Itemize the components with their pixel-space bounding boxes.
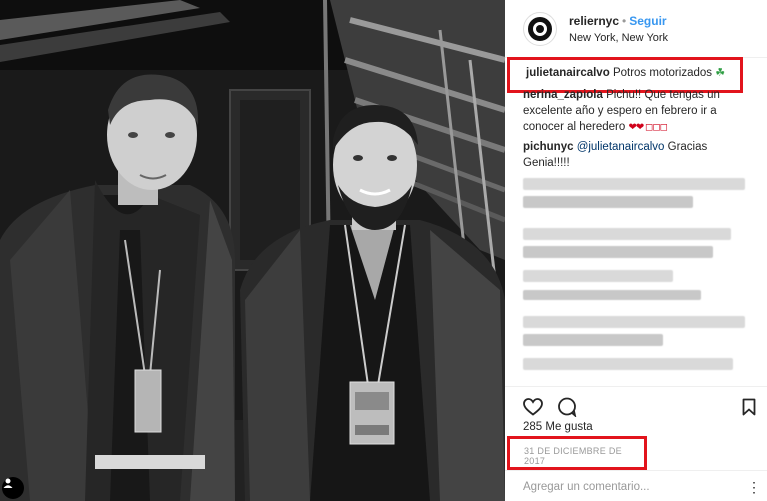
post-photo[interactable] [0, 0, 505, 501]
comment-text: Potros motorizados [612, 67, 713, 79]
user-glyph [3, 478, 13, 488]
hearts-icon: ❤❤ ◻◻◻ [628, 122, 668, 133]
bookmark-icon[interactable] [737, 395, 761, 419]
post-date[interactable]: 31 DE DICIEMBRE DE 2017 [524, 446, 622, 466]
account-line: reliernyc • Seguir [569, 14, 667, 28]
location-link[interactable]: New York, New York [569, 32, 668, 44]
blurred-comment-line [523, 178, 745, 190]
comment-username[interactable]: julietanaircalvo [526, 67, 610, 79]
comment-mention[interactable]: @julietanaircalvo [577, 141, 665, 153]
blurred-comment-line [523, 358, 733, 370]
comment-glyph [558, 397, 577, 417]
likes-count[interactable]: 285 Me gusta [523, 421, 593, 433]
blurred-comment-line [523, 246, 713, 258]
post-header: reliernyc • Seguir New York, New York [505, 0, 767, 58]
speech-bubble-icon[interactable] [555, 395, 579, 419]
comment-username[interactable]: nerina_zapiola [523, 89, 603, 101]
heart-glyph [523, 398, 543, 416]
user-tag-icon[interactable] [2, 477, 24, 499]
post-actions [505, 386, 767, 426]
comment-item: nerina_zapiola Pichu!! Que tengas un exc… [523, 87, 753, 136]
post-side-panel: reliernyc • Seguir New York, New York juli… [505, 0, 767, 501]
follow-button[interactable]: Seguir [629, 14, 666, 28]
heart-outline-icon[interactable] [521, 395, 545, 419]
blurred-comment-line [523, 290, 701, 300]
separator-dot: • [622, 14, 627, 28]
photo-illustration [0, 0, 505, 501]
blurred-comment-line [523, 196, 693, 208]
account-avatar[interactable] [523, 12, 557, 46]
add-comment-bar: ⋮ [505, 470, 767, 501]
blurred-comment-line [523, 228, 731, 240]
blurred-comment-line [523, 270, 673, 282]
bookmark-glyph [742, 398, 756, 416]
clover-icon: ☘ [715, 67, 726, 79]
more-options-icon[interactable]: ⋮ [747, 477, 761, 497]
post-date-highlighted: 31 DE DICIEMBRE DE 2017 [507, 436, 647, 470]
comment-username[interactable]: pichunyc [523, 141, 573, 153]
blurred-comment-line [523, 334, 663, 346]
add-comment-input[interactable] [523, 477, 743, 497]
blurred-comment-line [523, 316, 745, 328]
comment-item: pichunyc @julietanaircalvo Gracias Genia… [523, 139, 753, 171]
account-name-link[interactable]: reliernyc [569, 14, 619, 28]
